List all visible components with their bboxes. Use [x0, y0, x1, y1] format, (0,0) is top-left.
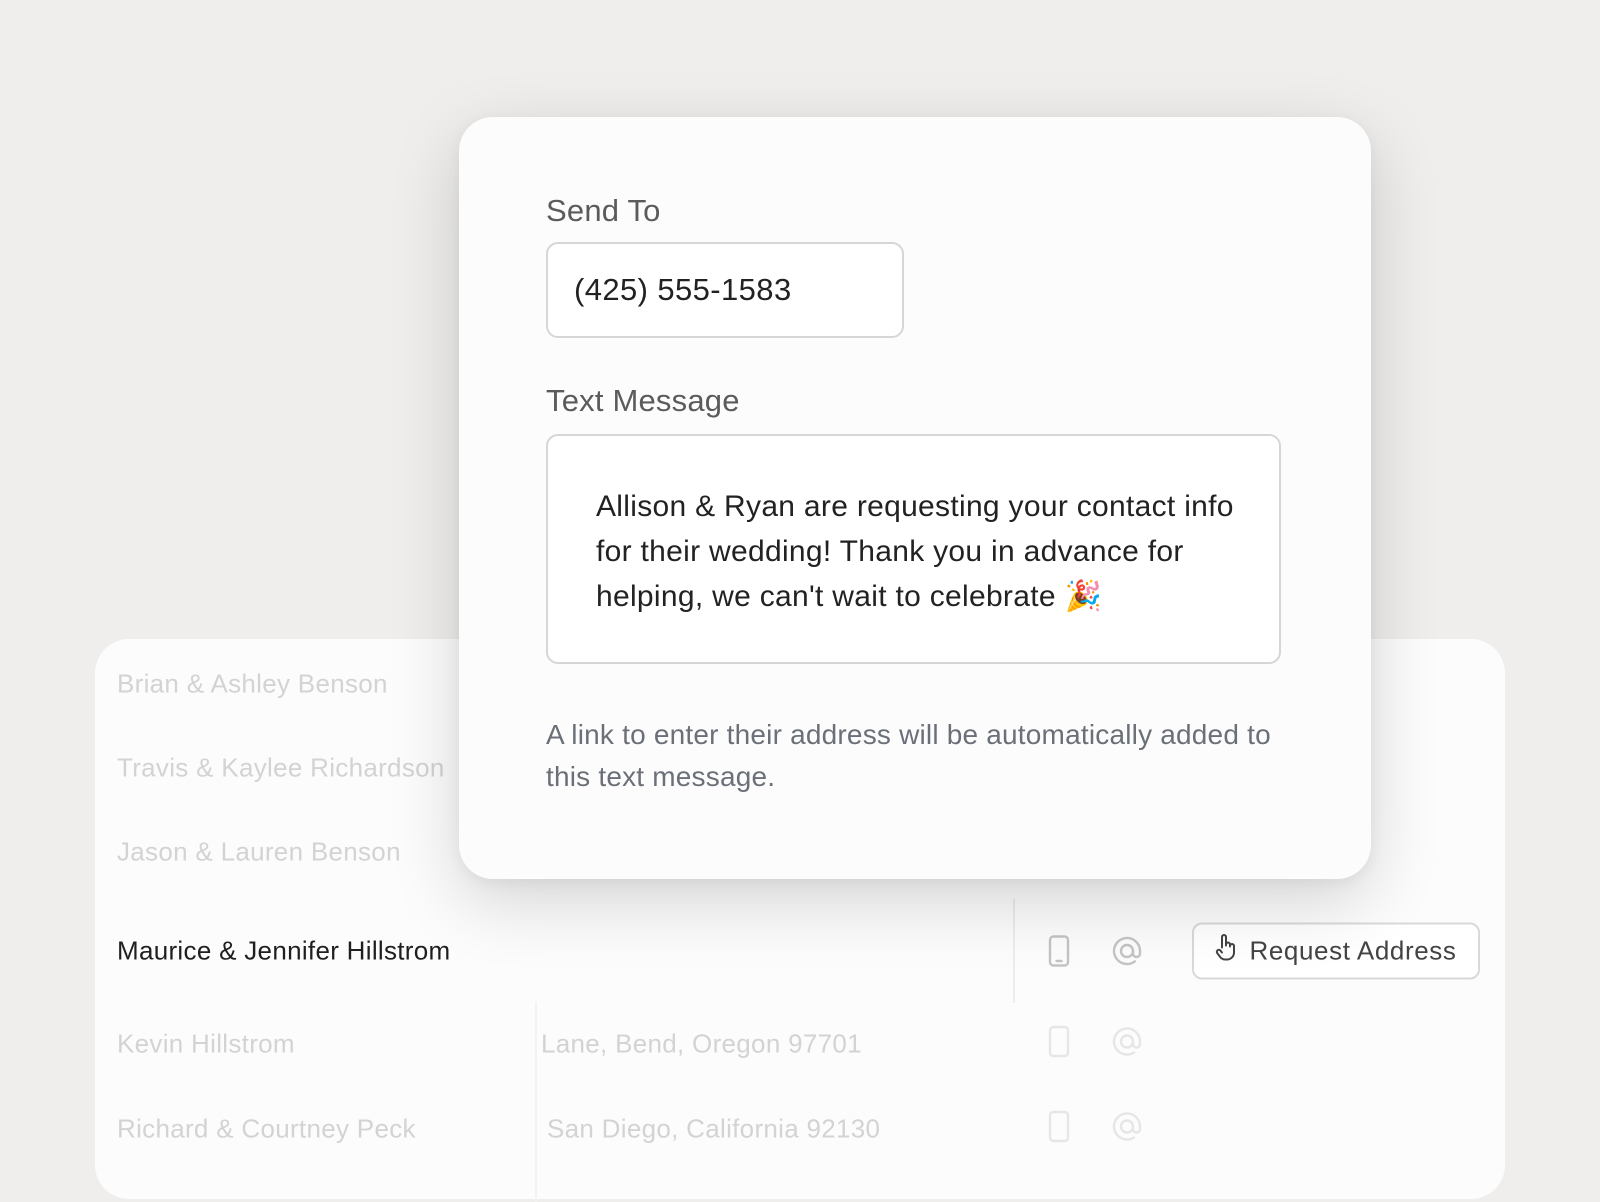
guest-name: Maurice & Jennifer Hillstrom	[117, 935, 451, 966]
guest-name: Travis & Kaylee Richardson	[117, 752, 445, 783]
guest-name: Jason & Lauren Benson	[117, 836, 401, 867]
request-address-button[interactable]: Request Address	[1192, 922, 1480, 980]
text-message-textarea[interactable]: Allison & Ryan are requesting your conta…	[546, 434, 1281, 664]
text-message-body: Allison & Ryan are requesting your conta…	[596, 490, 1234, 613]
at-sign-icon	[1111, 1111, 1143, 1148]
guest-name: Brian & Ashley Benson	[117, 668, 388, 699]
request-address-modal: Send To (425) 555-1583 Text Message Alli…	[459, 117, 1371, 879]
guest-row[interactable]: Kevin Hillstrom Lane, Bend, Oregon 97701	[95, 1004, 1505, 1084]
hand-pointer-icon	[1215, 934, 1237, 969]
guest-row[interactable]: Richard & Courtney Peck San Diego, Calif…	[95, 1089, 1505, 1169]
send-to-label: Send To	[546, 193, 661, 228]
text-message-label: Text Message	[546, 383, 740, 418]
guest-name: Richard & Courtney Peck	[117, 1113, 416, 1144]
send-to-input[interactable]: (425) 555-1583	[546, 242, 904, 338]
at-sign-icon	[1111, 1026, 1143, 1063]
help-text: A link to enter their address will be au…	[546, 719, 1271, 792]
guest-name: Kevin Hillstrom	[117, 1028, 295, 1059]
at-sign-icon[interactable]	[1111, 935, 1143, 967]
phone-icon	[1048, 1110, 1070, 1148]
send-to-value: (425) 555-1583	[574, 272, 792, 307]
guest-row-active[interactable]: Maurice & Jennifer Hillstrom Request Add…	[95, 899, 1505, 1003]
phone-icon	[1048, 1025, 1070, 1063]
phone-icon[interactable]	[1048, 935, 1070, 967]
guest-address: San Diego, California 92130	[547, 1113, 881, 1144]
request-address-label: Request Address	[1249, 935, 1457, 966]
column-divider	[1013, 899, 1015, 1003]
guest-address: Lane, Bend, Oregon 97701	[541, 1028, 862, 1059]
